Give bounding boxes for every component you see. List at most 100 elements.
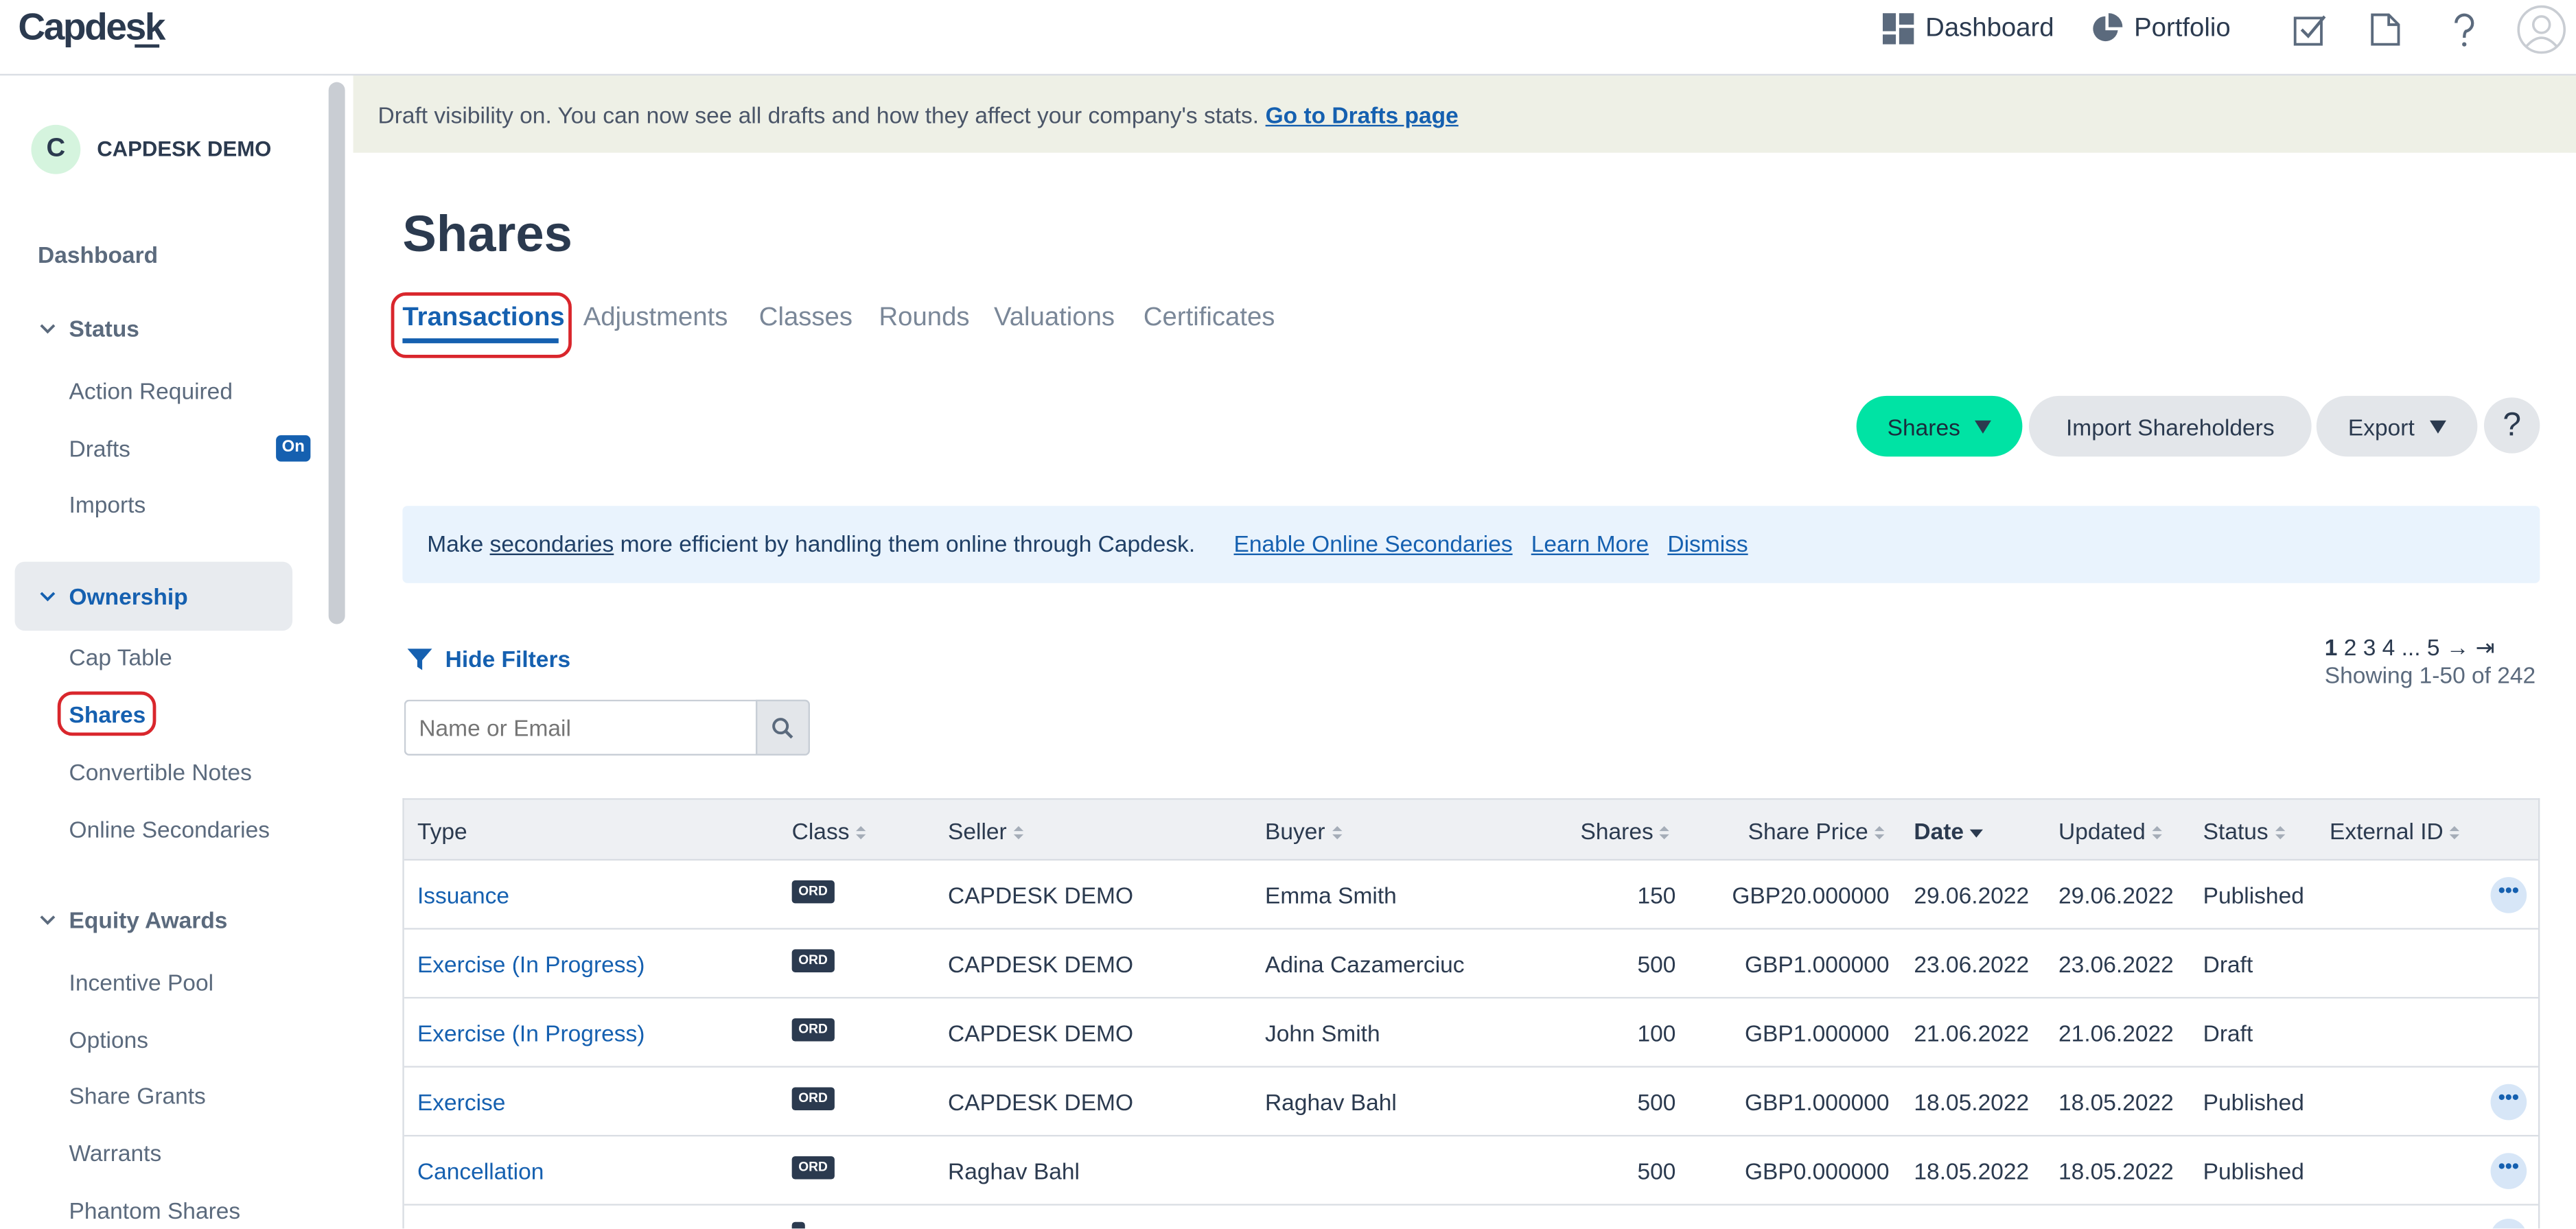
row-actions-menu[interactable]: ••• bbox=[2490, 1153, 2527, 1189]
import-shareholders-button[interactable]: Import Shareholders bbox=[2028, 395, 2312, 457]
sidebar-section-status[interactable]: Status bbox=[40, 315, 139, 342]
table-row[interactable]: Cancellation ORD Raghav Bahl 500 GBP0.00… bbox=[404, 1136, 2538, 1206]
tab-rounds[interactable]: Rounds bbox=[879, 304, 970, 333]
type-cell[interactable]: Exercise (In Progress) bbox=[417, 1020, 645, 1046]
column-header-buyer[interactable]: Buyer bbox=[1265, 818, 1343, 844]
search-button[interactable] bbox=[756, 699, 810, 756]
sidebar-item-options[interactable]: Options bbox=[69, 1027, 148, 1053]
column-header-seller[interactable]: Seller bbox=[948, 818, 1025, 844]
draft-banner-text: Draft visibility on. You can now see all… bbox=[378, 102, 1459, 128]
secondaries-info-box: Make secondaries more efficient by handl… bbox=[402, 506, 2540, 583]
info-text-post: more efficient by handling them online t… bbox=[620, 530, 1196, 557]
avatar[interactable] bbox=[2517, 5, 2566, 54]
tab-certificates[interactable]: Certificates bbox=[1144, 304, 1275, 333]
table-row[interactable]: Exercise (In Progress) ORD CAPDESK DEMO … bbox=[404, 929, 2538, 999]
sidebar-item-phantom-shares[interactable]: Phantom Shares bbox=[69, 1197, 241, 1224]
updated-cell: 18.05.2022 bbox=[2058, 1158, 2174, 1184]
column-header-status[interactable]: Status bbox=[2203, 818, 2286, 844]
column-header-type[interactable]: Type bbox=[417, 818, 467, 844]
row-actions-menu[interactable]: ••• bbox=[2490, 877, 2527, 913]
sidebar-item-action-required[interactable]: Action Required bbox=[69, 378, 233, 404]
enable-online-secondaries-link[interactable]: Enable Online Secondaries bbox=[1234, 530, 1513, 557]
type-cell[interactable]: Exercise (In Progress) bbox=[417, 951, 645, 977]
class-badge bbox=[791, 1221, 805, 1229]
sidebar-section-equity-awards[interactable]: Equity Awards bbox=[40, 906, 227, 933]
column-header-label: Seller bbox=[948, 817, 1007, 845]
dismiss-link[interactable]: Dismiss bbox=[1667, 530, 1748, 557]
sidebar-item-warrants[interactable]: Warrants bbox=[69, 1140, 162, 1166]
updated-cell: 18.05.2022 bbox=[2058, 1088, 2174, 1116]
company-name[interactable]: CAPDESK DEMO bbox=[97, 137, 271, 161]
checkbox-icon[interactable] bbox=[2293, 13, 2326, 46]
shares-dropdown-button[interactable]: Shares bbox=[1856, 395, 2023, 457]
learn-more-link[interactable]: Learn More bbox=[1531, 530, 1649, 557]
secondaries-link[interactable]: secondaries bbox=[490, 530, 614, 557]
help-button[interactable]: ? bbox=[2483, 397, 2540, 454]
hide-filters-toggle[interactable]: Hide Filters bbox=[407, 646, 570, 672]
column-header-class[interactable]: Class bbox=[792, 818, 868, 844]
type-cell[interactable]: Exercise bbox=[417, 1089, 506, 1115]
class-badge: ORD bbox=[791, 880, 835, 904]
column-header-share-price[interactable]: Share Price bbox=[1748, 818, 1886, 844]
document-icon[interactable] bbox=[2371, 13, 2400, 46]
help-icon[interactable] bbox=[2451, 13, 2477, 49]
sidebar-section-ownership[interactable]: Ownership bbox=[40, 583, 188, 609]
row-actions-menu[interactable] bbox=[2490, 1218, 2527, 1229]
column-header-updated[interactable]: Updated bbox=[2058, 818, 2163, 844]
sidebar-item-dashboard[interactable]: Dashboard bbox=[38, 242, 158, 268]
table-row[interactable]: Exercise (In Progress) ORD CAPDESK DEMO … bbox=[404, 998, 2538, 1068]
transactions-highlight-outline bbox=[391, 292, 572, 358]
sidebar-item-convertible-notes[interactable]: Convertible Notes bbox=[69, 759, 252, 785]
nav-dashboard[interactable]: Dashboard bbox=[1882, 13, 2054, 45]
table-row[interactable]: Exercise ORD CAPDESK DEMO Raghav Bahl 50… bbox=[404, 1067, 2538, 1137]
status-cell: Draft bbox=[2203, 1020, 2253, 1046]
sort-icon bbox=[2275, 826, 2286, 841]
info-text-pre: Make bbox=[427, 530, 484, 557]
capdesk-logo[interactable]: Capdesk bbox=[18, 5, 165, 49]
app-root: Capdesk Dashboard Portfolio C CAPDESK DE… bbox=[0, 0, 2576, 1229]
table-row[interactable]: Issuance ORD CAPDESK DEMO Emma Smith 150… bbox=[404, 861, 2538, 930]
tab-valuations[interactable]: Valuations bbox=[994, 304, 1115, 333]
sidebar-item-share-grants[interactable]: Share Grants bbox=[69, 1082, 206, 1108]
type-cell[interactable]: Cancellation bbox=[417, 1158, 544, 1184]
sidebar-item-online-secondaries[interactable]: Online Secondaries bbox=[69, 817, 270, 843]
sidebar-item-imports[interactable]: Imports bbox=[69, 491, 146, 517]
nav-portfolio-label: Portfolio bbox=[2134, 14, 2231, 43]
page-links[interactable]: 2 3 4 ... 5 → ⇥ bbox=[2344, 634, 2495, 660]
table-row[interactable] bbox=[404, 1205, 2538, 1229]
sort-icon bbox=[1013, 826, 1025, 841]
go-to-drafts-link[interactable]: Go to Drafts page bbox=[1266, 102, 1459, 128]
sidebar-item-drafts[interactable]: Drafts bbox=[69, 435, 130, 461]
tab-adjustments[interactable]: Adjustments bbox=[583, 304, 728, 333]
chevron-down-icon bbox=[40, 592, 56, 602]
column-header-label: Type bbox=[417, 817, 467, 845]
sidebar-section-status-label: Status bbox=[69, 315, 139, 342]
row-actions-menu[interactable]: ••• bbox=[2490, 1084, 2527, 1121]
sidebar-section-ownership-label: Ownership bbox=[69, 583, 188, 609]
sidebar-item-incentive-pool[interactable]: Incentive Pool bbox=[69, 969, 214, 995]
column-header-shares[interactable]: Shares bbox=[1581, 818, 1672, 844]
buyer-cell: John Smith bbox=[1264, 1020, 1380, 1046]
name-or-email-search-input[interactable] bbox=[404, 699, 758, 756]
sidebar-scrollbar[interactable] bbox=[328, 82, 345, 624]
type-cell[interactable]: Issuance bbox=[417, 882, 509, 908]
sidebar-item-cap-table[interactable]: Cap Table bbox=[69, 644, 172, 670]
share-price-cell: GBP1.000000 bbox=[1744, 950, 1890, 978]
date-cell: 23.06.2022 bbox=[1914, 950, 2030, 978]
seller-cell: CAPDESK DEMO bbox=[948, 882, 1134, 909]
current-page[interactable]: 1 bbox=[2325, 634, 2338, 660]
caret-down-icon bbox=[1975, 419, 1992, 433]
sort-icon bbox=[1875, 826, 1886, 841]
nav-portfolio[interactable]: Portfolio bbox=[2091, 13, 2231, 44]
export-dropdown-button[interactable]: Export bbox=[2316, 395, 2478, 457]
sort-icon bbox=[856, 826, 868, 841]
shares-cell: 150 bbox=[1637, 882, 1676, 909]
column-header-external-id[interactable]: External ID bbox=[2330, 818, 2461, 844]
tab-classes[interactable]: Classes bbox=[759, 304, 852, 333]
date-cell: 21.06.2022 bbox=[1914, 1020, 2030, 1046]
share-price-cell: GBP0.000000 bbox=[1744, 1158, 1890, 1184]
pagination[interactable]: 1 2 3 4 ... 5 → ⇥ bbox=[2325, 634, 2495, 662]
column-header-date[interactable]: Date bbox=[1914, 818, 1984, 844]
table-header: Type Class Seller Buyer Shares Share Pri… bbox=[404, 799, 2538, 861]
seller-cell: Raghav Bahl bbox=[948, 1158, 1080, 1184]
